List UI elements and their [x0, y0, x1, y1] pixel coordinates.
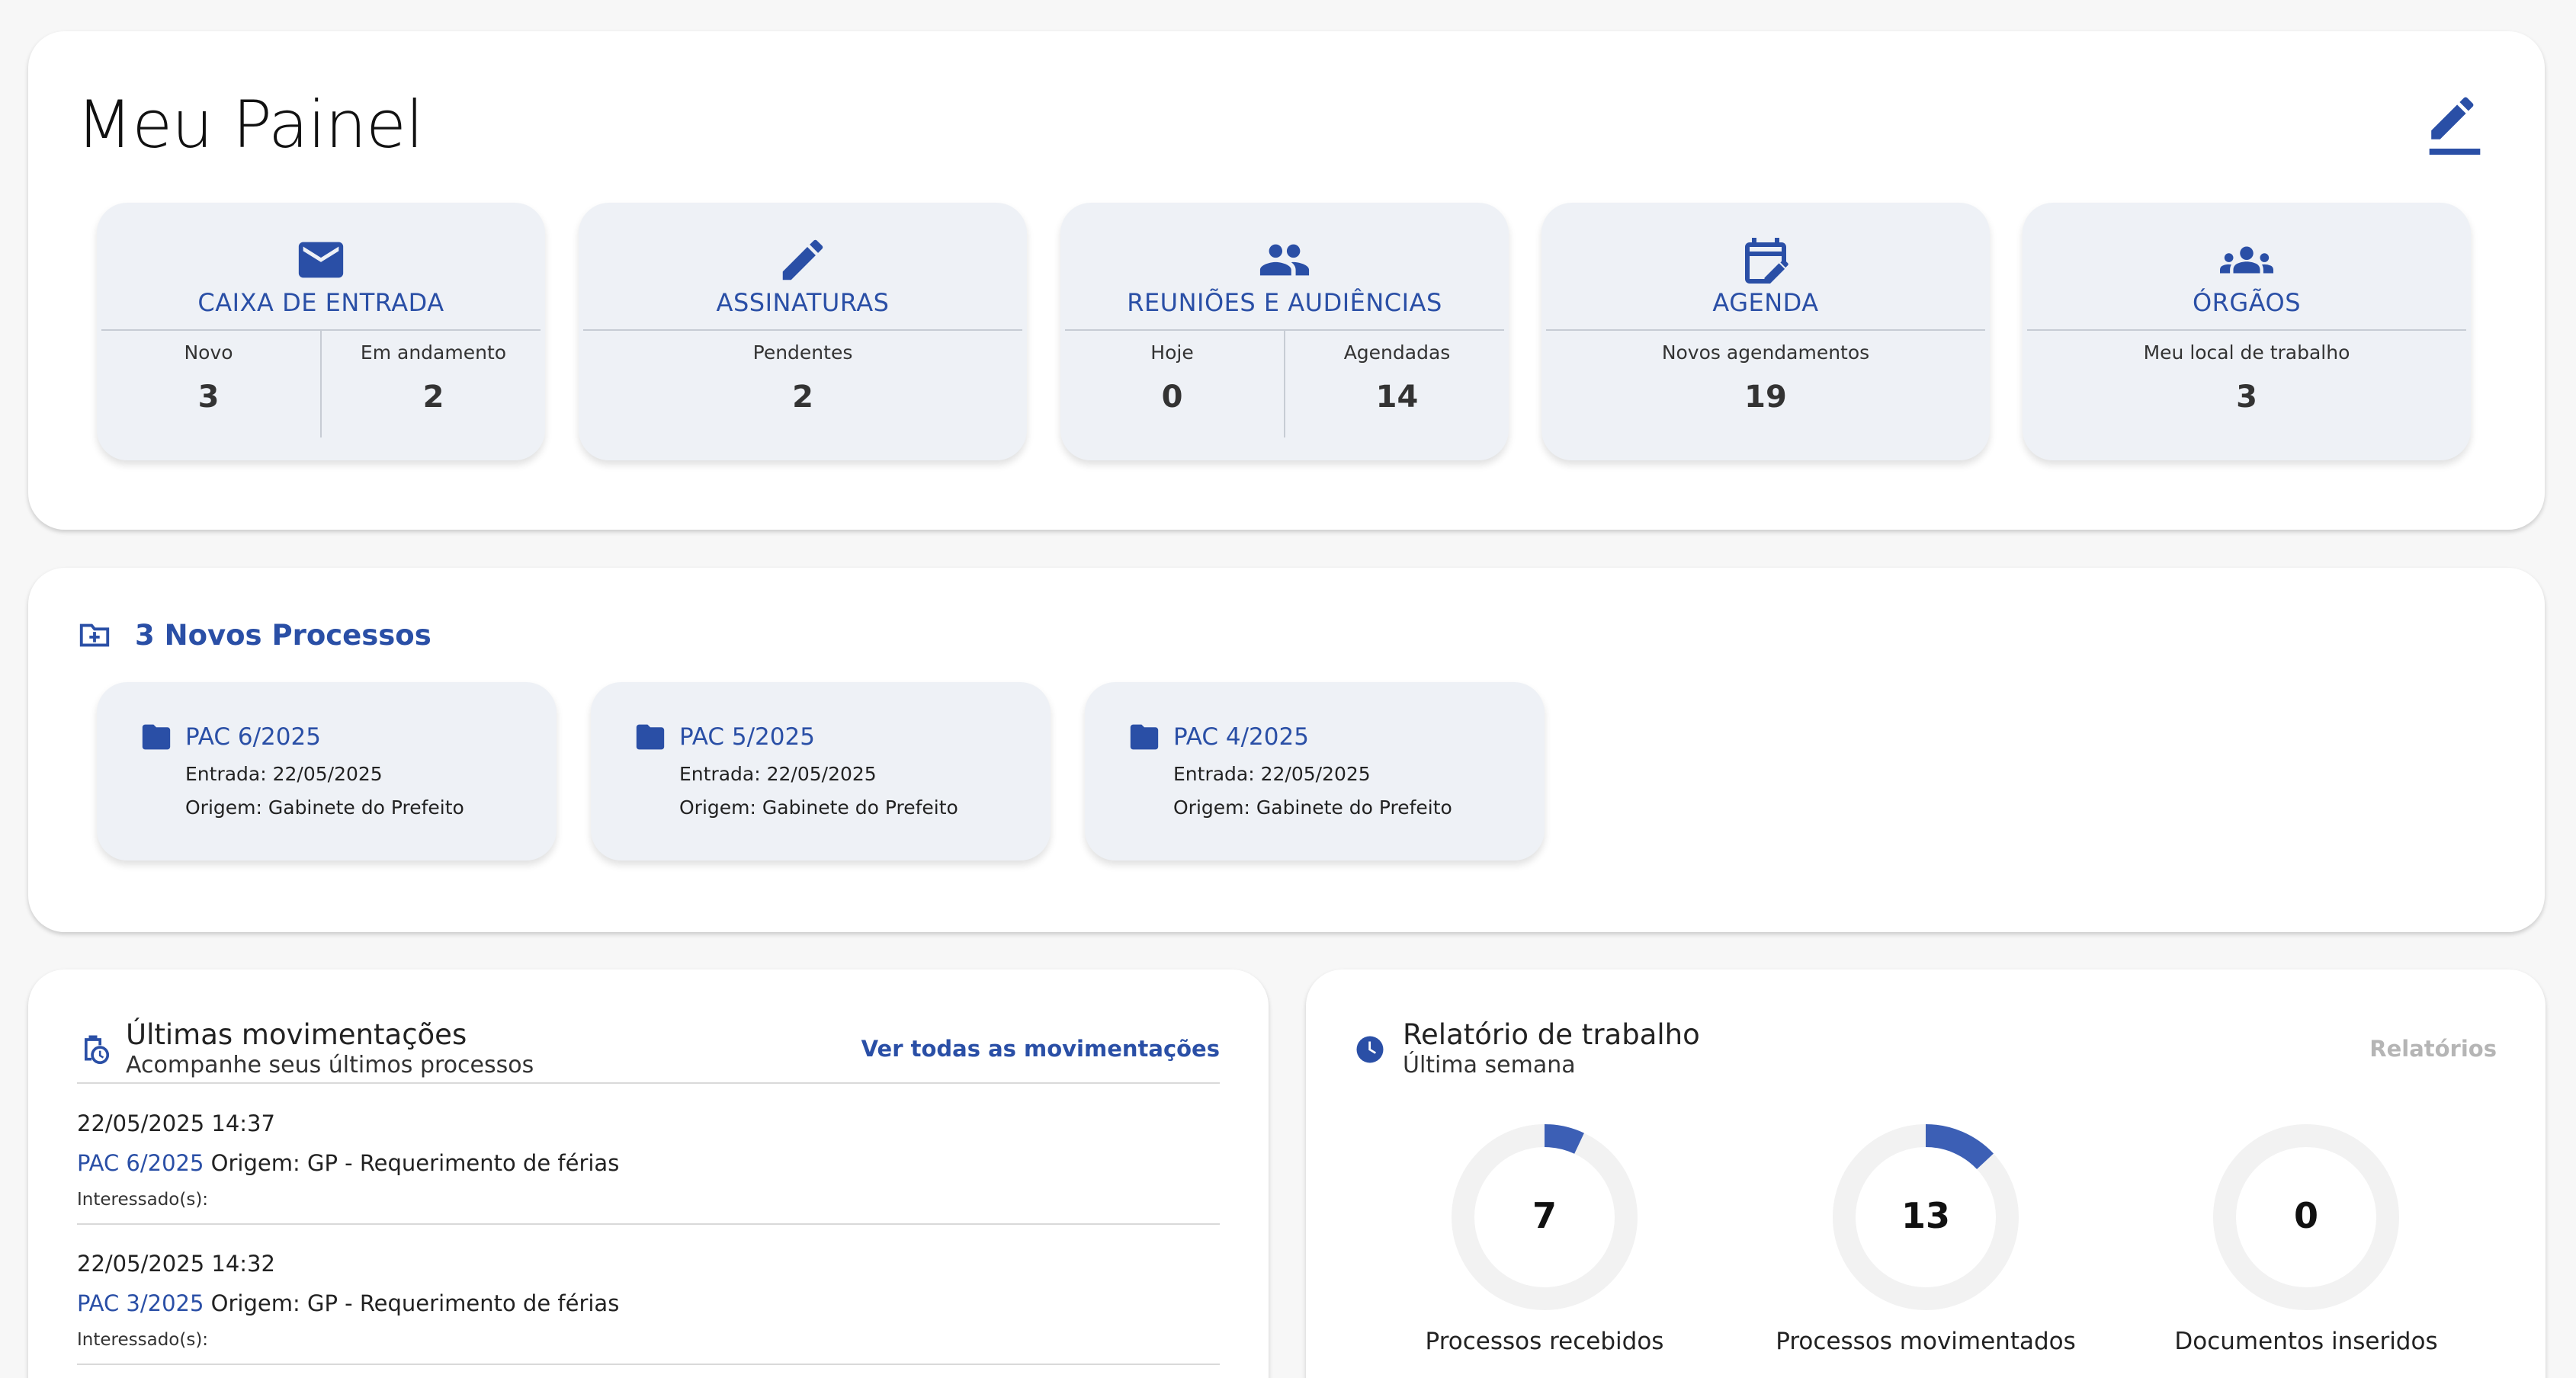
- processo-card[interactable]: PAC 6/2025 Entrada: 22/05/2025 Origem: G…: [97, 682, 557, 860]
- processo-link[interactable]: PAC 6/2025: [77, 1150, 204, 1176]
- processo-name[interactable]: PAC 5/2025: [679, 723, 815, 751]
- stat-label: Novos agendamentos: [1661, 341, 1870, 364]
- novos-processos-panel: 3 Novos Processos PAC 6/2025 Entrada: 22…: [28, 568, 2545, 932]
- people-icon: [1259, 244, 1310, 276]
- mov-description: PAC 6/2025 Origem: GP - Requerimento de …: [77, 1150, 1220, 1176]
- divider: [77, 1223, 1220, 1225]
- clock-icon: [1356, 1036, 1384, 1063]
- processo-entrada: Entrada: 22/05/2025: [185, 763, 383, 785]
- donut-label: Documentos inseridos: [2174, 1328, 2438, 1355]
- relatorios-link: Relatórios: [2369, 1036, 2497, 1062]
- mov-origin: Origem: GP - Requerimento de férias: [204, 1150, 620, 1176]
- processo-name[interactable]: PAC 4/2025: [1173, 723, 1309, 751]
- processo-card[interactable]: PAC 4/2025 Entrada: 22/05/2025 Origem: G…: [1085, 682, 1545, 860]
- ultimas-movimentacoes-panel: Últimas movimentações Acompanhe seus últ…: [28, 969, 1269, 1378]
- mov-interessado: Interessado(s):: [77, 1190, 209, 1210]
- groups-icon: [2220, 246, 2273, 274]
- processo-name[interactable]: PAC 6/2025: [185, 723, 321, 751]
- donut-label: Processos recebidos: [1425, 1328, 1664, 1355]
- stat-label: Agendadas: [1343, 341, 1451, 364]
- stat-em-andamento[interactable]: Em andamento 2: [320, 331, 545, 437]
- divider: [77, 1364, 1220, 1365]
- donut-processos-recebidos: 7: [1449, 1122, 1640, 1312]
- list-item: 22/05/2025 14:37 PAC 6/2025 Origem: GP -…: [77, 1110, 1220, 1210]
- processo-card[interactable]: PAC 5/2025 Entrada: 22/05/2025 Origem: G…: [591, 682, 1051, 860]
- page-title: Meu Painel: [76, 87, 424, 163]
- card-title: REUNIÕES E AUDIÊNCIAS: [1127, 288, 1442, 317]
- stat-value: 3: [2236, 380, 2257, 415]
- section-title: Últimas movimentações: [126, 1018, 467, 1051]
- processo-origem: Origem: Gabinete do Prefeito: [185, 796, 464, 819]
- processo-origem: Origem: Gabinete do Prefeito: [1173, 796, 1452, 819]
- stat-value: 19: [1744, 380, 1787, 415]
- card-caixa-de-entrada[interactable]: CAIXA DE ENTRADA Novo 3 Em andamento 2: [97, 203, 545, 460]
- card-assinaturas[interactable]: ASSINATURAS Pendentes 2: [579, 203, 1027, 460]
- section-title: Relatório de trabalho: [1403, 1018, 1700, 1051]
- mov-origin: Origem: GP - Requerimento de férias: [204, 1290, 620, 1316]
- stat-label: Meu local de trabalho: [2143, 341, 2350, 364]
- calendar-edit-icon: [1745, 238, 1788, 284]
- section-subtitle: Última semana: [1403, 1052, 1576, 1078]
- stat-meu-local-de-trabalho[interactable]: Meu local de trabalho 3: [2023, 331, 2471, 437]
- card-title: ASSINATURAS: [716, 288, 890, 317]
- pencil-icon: [782, 239, 823, 280]
- folder-icon: [142, 724, 171, 750]
- card-title: AGENDA: [1712, 288, 1819, 317]
- stat-value: 0: [1161, 380, 1183, 415]
- edit-dashboard-button[interactable]: [2424, 95, 2485, 156]
- stat-value: 2: [422, 380, 444, 415]
- stat-novo[interactable]: Novo 3: [97, 331, 320, 437]
- card-agenda[interactable]: AGENDA Novos agendamentos 19: [1541, 203, 1990, 460]
- section-title: 3 Novos Processos: [135, 618, 431, 652]
- donut-label: Processos movimentados: [1776, 1328, 2076, 1355]
- meu-painel-panel: Meu Painel CAIXA DE ENTRADA Novo 3 Em an…: [28, 31, 2545, 530]
- stat-label: Novo: [184, 341, 233, 364]
- stat-label: Em andamento: [360, 341, 507, 364]
- processo-entrada: Entrada: 22/05/2025: [1173, 763, 1371, 785]
- mov-interessado: Interessado(s):: [77, 1330, 209, 1350]
- mail-icon: [298, 242, 344, 278]
- history-bag-icon: [85, 1035, 110, 1065]
- edit-icon: [2429, 97, 2481, 155]
- folder-add-icon: [79, 623, 110, 647]
- stat-label: Pendentes: [752, 341, 853, 364]
- processo-link[interactable]: PAC 3/2025: [77, 1290, 204, 1316]
- ver-todas-movimentacoes-link[interactable]: Ver todas as movimentações: [861, 1036, 1220, 1062]
- donut-processos-movimentados: 13: [1830, 1122, 2021, 1312]
- donut-value: 7: [1532, 1195, 1557, 1236]
- card-reunioes-e-audiencias[interactable]: REUNIÕES E AUDIÊNCIAS Hoje 0 Agendadas 1…: [1060, 203, 1509, 460]
- relatorio-de-trabalho-panel: Relatório de trabalho Última semana Rela…: [1306, 969, 2546, 1378]
- stat-label: Hoje: [1150, 341, 1194, 364]
- section-subtitle: Acompanhe seus últimos processos: [126, 1052, 534, 1078]
- stat-pendentes[interactable]: Pendentes 2: [579, 331, 1027, 437]
- stat-value: 14: [1375, 380, 1419, 415]
- donut-value: 0: [2293, 1195, 2318, 1236]
- list-item: 22/05/2025 14:32 PAC 3/2025 Origem: GP -…: [77, 1251, 1220, 1350]
- stat-hoje[interactable]: Hoje 0: [1060, 331, 1284, 437]
- stat-value: 2: [792, 380, 813, 415]
- card-title: CAIXA DE ENTRADA: [197, 288, 444, 317]
- divider: [77, 1082, 1220, 1084]
- processo-entrada: Entrada: 22/05/2025: [679, 763, 877, 785]
- folder-icon: [1130, 724, 1159, 750]
- mov-date: 22/05/2025 14:32: [77, 1251, 275, 1277]
- stat-value: 3: [197, 380, 220, 415]
- donut-documentos-inseridos: 0: [2211, 1122, 2401, 1312]
- card-orgaos[interactable]: ÓRGÃOS Meu local de trabalho 3: [2023, 203, 2471, 460]
- stat-novos-agendamentos[interactable]: Novos agendamentos 19: [1541, 331, 1990, 437]
- mov-date: 22/05/2025 14:37: [77, 1110, 275, 1136]
- donut-value: 13: [1901, 1195, 1950, 1236]
- card-title: ÓRGÃOS: [2192, 288, 2302, 317]
- processo-origem: Origem: Gabinete do Prefeito: [679, 796, 958, 819]
- folder-icon: [636, 724, 665, 750]
- mov-description: PAC 3/2025 Origem: GP - Requerimento de …: [77, 1290, 1220, 1316]
- stat-agendadas[interactable]: Agendadas 14: [1284, 331, 1509, 437]
